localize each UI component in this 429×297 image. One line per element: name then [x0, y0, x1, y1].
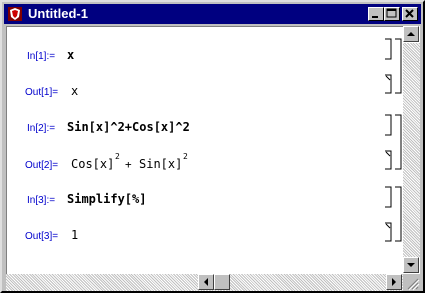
horizontal-scrollbar[interactable]: [6, 274, 403, 291]
minimize-button[interactable]: [368, 7, 384, 21]
size-grip[interactable]: [403, 274, 420, 291]
input-expression[interactable]: Simplify[%]: [67, 192, 146, 206]
input-expression[interactable]: x: [67, 48, 74, 62]
input-cell[interactable]: In[3]:= Simplify[%]: [7, 189, 387, 213]
vertical-scroll-track[interactable]: [403, 43, 420, 257]
input-label: In[1]:=: [27, 51, 56, 62]
scroll-thumb[interactable]: [214, 274, 230, 290]
output-expression[interactable]: x: [71, 84, 78, 98]
maximize-icon: [386, 8, 397, 18]
input-expression[interactable]: Sin[x]^2+Cos[x]^2: [67, 120, 190, 134]
title-bar[interactable]: Untitled-1: [4, 4, 421, 24]
output-exponent: 2: [183, 152, 188, 161]
close-icon: [405, 9, 414, 18]
input-label: In[3]:=: [27, 195, 56, 206]
output-label: Out[1]=: [25, 87, 59, 98]
notebook-window: Untitled-1 In[1]:= x Out[1]= x In[2]:= S…: [0, 0, 425, 293]
input-cell[interactable]: In[2]:= Sin[x]^2+Cos[x]^2: [7, 117, 387, 141]
minimize-icon: [372, 16, 378, 18]
vertical-scrollbar[interactable]: [403, 26, 420, 274]
output-label: Out[2]=: [25, 160, 59, 171]
input-cell[interactable]: In[1]:= x: [7, 45, 387, 69]
close-button[interactable]: [402, 7, 418, 21]
output-exponent: 2: [115, 152, 120, 161]
scroll-right-icon: [392, 278, 396, 286]
window-title: Untitled-1: [28, 6, 88, 21]
output-plus: +: [125, 158, 132, 171]
cell-group-bracket[interactable]: [383, 37, 403, 97]
output-expression-cos[interactable]: Cos[x]: [71, 157, 114, 171]
output-expression-sin[interactable]: Sin[x]: [139, 157, 182, 171]
scroll-down-icon: [407, 263, 415, 267]
scroll-left-icon: [204, 278, 208, 286]
cell-group-bracket[interactable]: [383, 185, 403, 245]
app-icon: [8, 7, 22, 21]
notebook-content[interactable]: In[1]:= x Out[1]= x In[2]:= Sin[x]^2+Cos…: [6, 26, 403, 274]
output-cell[interactable]: Out[2]= Cos[x] 2 + Sin[x] 2: [7, 152, 387, 178]
output-expression[interactable]: 1: [71, 228, 78, 242]
scroll-down-button[interactable]: [403, 257, 419, 273]
scroll-right-button[interactable]: [386, 274, 402, 290]
resize-grip-icon: [407, 278, 420, 291]
scroll-up-button[interactable]: [403, 26, 419, 42]
output-cell[interactable]: Out[3]= 1: [7, 225, 387, 249]
output-cell[interactable]: Out[1]= x: [7, 81, 387, 105]
output-label: Out[3]=: [25, 231, 59, 242]
scroll-left-button[interactable]: [198, 274, 214, 290]
cell-group-bracket[interactable]: [383, 113, 403, 173]
maximize-button[interactable]: [384, 7, 400, 21]
scroll-up-icon: [407, 32, 415, 36]
input-label: In[2]:=: [27, 123, 56, 134]
